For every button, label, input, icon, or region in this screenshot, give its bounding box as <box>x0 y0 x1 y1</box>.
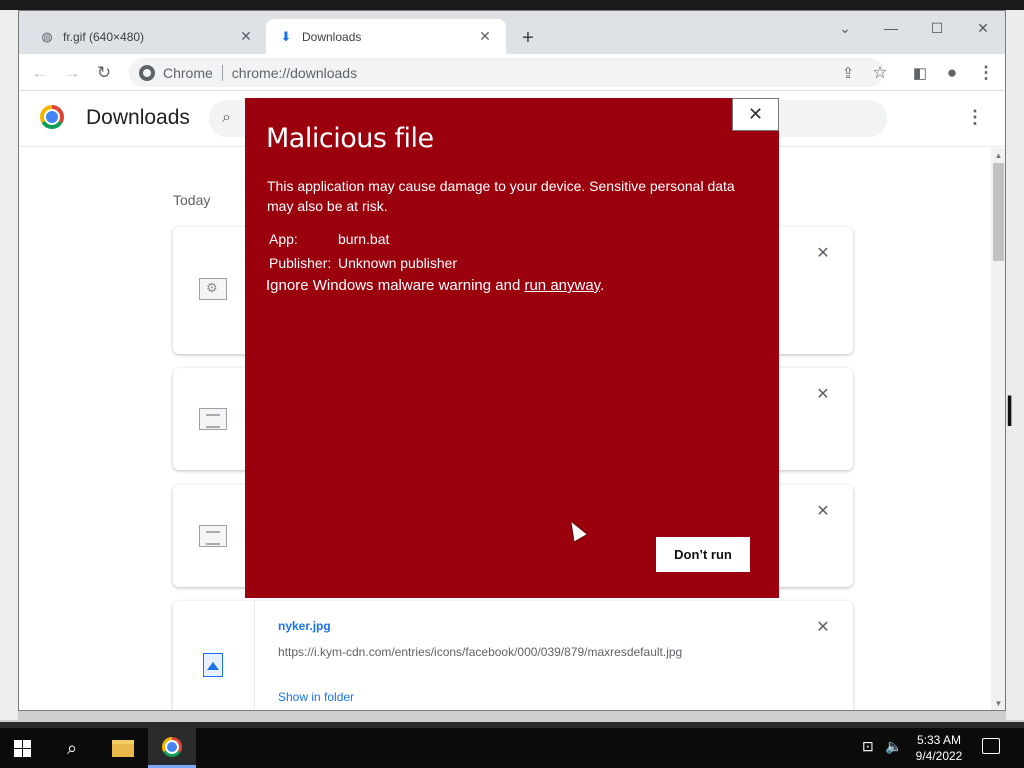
taskbar-search-icon[interactable]: ⌕ <box>60 736 84 760</box>
profile-avatar-icon[interactable]: ● <box>939 60 965 86</box>
clock-date: 9/4/2022 <box>915 749 963 763</box>
forward-button[interactable]: → <box>59 60 85 86</box>
scrollbar-thumb[interactable] <box>993 163 1004 261</box>
download-source-url[interactable]: https://i.kym-cdn.com/entries/icons/face… <box>278 645 682 659</box>
chrome-menu-icon[interactable]: ⋮ <box>973 60 999 86</box>
windows-start-icon[interactable] <box>14 740 31 757</box>
publisher-label: Publisher: <box>269 255 332 271</box>
close-window-button[interactable]: ✕ <box>963 17 1003 39</box>
ignore-warning-text: Ignore Windows malware warning and run a… <box>266 277 604 294</box>
document-file-icon <box>199 408 227 430</box>
run-anyway-link[interactable]: run anyway <box>524 277 600 294</box>
remove-download-icon[interactable]: ✕ <box>813 617 833 637</box>
remove-download-icon[interactable]: ✕ <box>813 501 833 521</box>
side-panel-icon[interactable]: ◧ <box>907 60 933 86</box>
close-dialog-button[interactable]: ✕ <box>732 98 779 131</box>
back-button[interactable]: ← <box>27 60 53 86</box>
share-icon[interactable]: ⇪ <box>835 60 861 86</box>
document-file-icon <box>199 525 227 547</box>
chrome-taskbar-icon <box>162 737 182 757</box>
close-tab-icon[interactable]: ✕ <box>476 28 494 46</box>
ignore-suffix: . <box>600 277 605 294</box>
malicious-file-dialog: ✕ Malicious file This application may ca… <box>245 98 779 598</box>
network-icon[interactable]: ⊡ <box>862 738 874 755</box>
chrome-logo-icon <box>40 105 64 129</box>
download-card-nyker: nyker.jpg https://i.kym-cdn.com/entries/… <box>173 601 853 710</box>
show-in-folder-link[interactable]: Show in folder <box>278 690 354 704</box>
app-row: App: burn.bat <box>269 231 389 247</box>
ignore-prefix: Ignore Windows malware warning and <box>266 277 525 294</box>
tab-downloads[interactable]: ⬇ Downloads ✕ <box>266 19 506 54</box>
tab-label: fr.gif (640×480) <box>63 29 145 44</box>
publisher-value: Unknown publisher <box>338 255 458 271</box>
scroll-down-arrow-icon[interactable]: ▼ <box>991 697 1005 709</box>
action-center-icon[interactable] <box>982 738 1000 754</box>
omnibox-url: chrome://downloads <box>231 64 358 81</box>
desktop-left-strip <box>0 10 18 720</box>
maximize-button[interactable]: ☐ <box>917 17 957 39</box>
executable-file-icon <box>199 278 227 300</box>
remove-download-icon[interactable]: ✕ <box>813 243 833 263</box>
taskbar-clock[interactable]: 5:33 AM 9/4/2022 <box>904 732 974 764</box>
page-title: Downloads <box>86 106 190 129</box>
download-icon: ⬇ <box>280 28 292 44</box>
globe-icon: ◍ <box>41 28 53 44</box>
image-file-icon <box>203 653 223 677</box>
card-divider <box>254 601 255 710</box>
address-bar[interactable]: Chrome chrome://downloads <box>129 58 884 87</box>
dialog-title: Malicious file <box>266 123 434 154</box>
dialog-message: This application may cause damage to you… <box>267 178 735 214</box>
taskbar-chrome-button[interactable] <box>148 728 196 768</box>
windows-taskbar: ⌕ ⊡ 🔈 5:33 AM 9/4/2022 <box>0 728 1024 768</box>
app-value: burn.bat <box>338 231 390 247</box>
bookmark-star-icon[interactable]: ☆ <box>867 60 893 86</box>
file-explorer-icon[interactable] <box>112 740 134 757</box>
close-tab-icon[interactable]: ✕ <box>237 28 255 46</box>
omnibox-site-label: Chrome <box>163 64 213 81</box>
desktop-right-strip: l <box>1006 10 1024 720</box>
search-icon: ⌕ <box>222 109 231 126</box>
reload-button[interactable]: ↻ <box>91 60 117 86</box>
volume-icon[interactable]: 🔈 <box>885 738 902 755</box>
more-actions-icon[interactable]: ⋮ <box>963 105 987 129</box>
background-letter-glyph: l <box>1006 390 1016 436</box>
browser-toolbar: ← → ↻ Chrome chrome://downloads ⇪ ☆ ◧ ● … <box>19 54 1005 91</box>
omnibox-separator <box>221 64 223 81</box>
section-heading-today: Today <box>173 192 211 208</box>
new-tab-button[interactable]: + <box>516 26 540 50</box>
dont-run-button[interactable]: Don’t run <box>656 537 750 572</box>
clock-time: 5:33 AM <box>916 733 962 747</box>
tab-fr-gif[interactable]: ◍ fr.gif (640×480) ✕ <box>27 19 267 54</box>
chrome-site-icon <box>139 64 155 81</box>
scroll-up-arrow-icon[interactable]: ▲ <box>991 149 1005 161</box>
app-label: App: <box>269 231 298 247</box>
desktop-top-band <box>0 0 1024 10</box>
publisher-row: Publisher: Unknown publisher <box>269 255 457 271</box>
tab-strip: ◍ fr.gif (640×480) ✕ ⬇ Downloads ✕ + ⌄ —… <box>19 11 1005 54</box>
download-filename-link[interactable]: nyker.jpg <box>278 619 331 633</box>
tab-search-chevron-icon[interactable]: ⌄ <box>825 17 865 39</box>
minimize-button[interactable]: — <box>871 17 911 39</box>
remove-download-icon[interactable]: ✕ <box>813 384 833 404</box>
tab-label: Downloads <box>302 29 362 44</box>
